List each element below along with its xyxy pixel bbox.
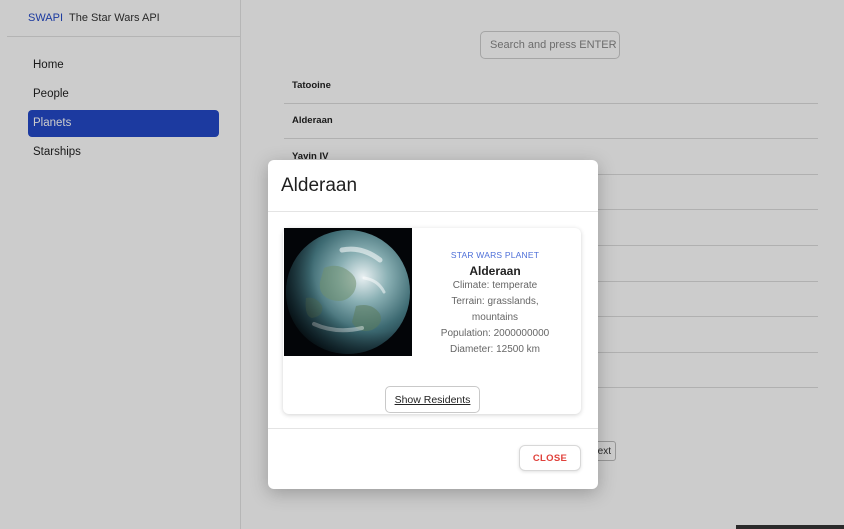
climate-text: Climate: temperate xyxy=(452,280,538,291)
taskbar-edge xyxy=(736,525,844,529)
population-text: Population: 2000000000 xyxy=(440,328,550,339)
show-residents-button[interactable]: Show Residents xyxy=(385,386,480,413)
terrain-text: Terrain: grasslands, mountains xyxy=(451,296,539,323)
planet-globe-icon xyxy=(284,228,412,356)
modal-title: Alderaan xyxy=(281,174,358,196)
planet-image xyxy=(284,228,412,356)
diameter-text: Diameter: 12500 km xyxy=(449,344,541,355)
modal-header: Alderaan xyxy=(268,160,598,212)
card-kicker: STAR WARS PLANET xyxy=(450,250,540,260)
card-planet-name: Alderaan xyxy=(469,264,521,278)
planet-modal: Alderaan STAR WARS PLANET Alderaan Clima… xyxy=(268,160,598,489)
modal-body: STAR WARS PLANET Alderaan Climate: tempe… xyxy=(268,212,598,429)
planet-info: STAR WARS PLANET Alderaan Climate: tempe… xyxy=(431,250,559,358)
close-button[interactable]: CLOSE xyxy=(519,445,581,471)
planet-card: STAR WARS PLANET Alderaan Climate: tempe… xyxy=(283,228,581,414)
modal-footer: CLOSE xyxy=(268,429,598,489)
